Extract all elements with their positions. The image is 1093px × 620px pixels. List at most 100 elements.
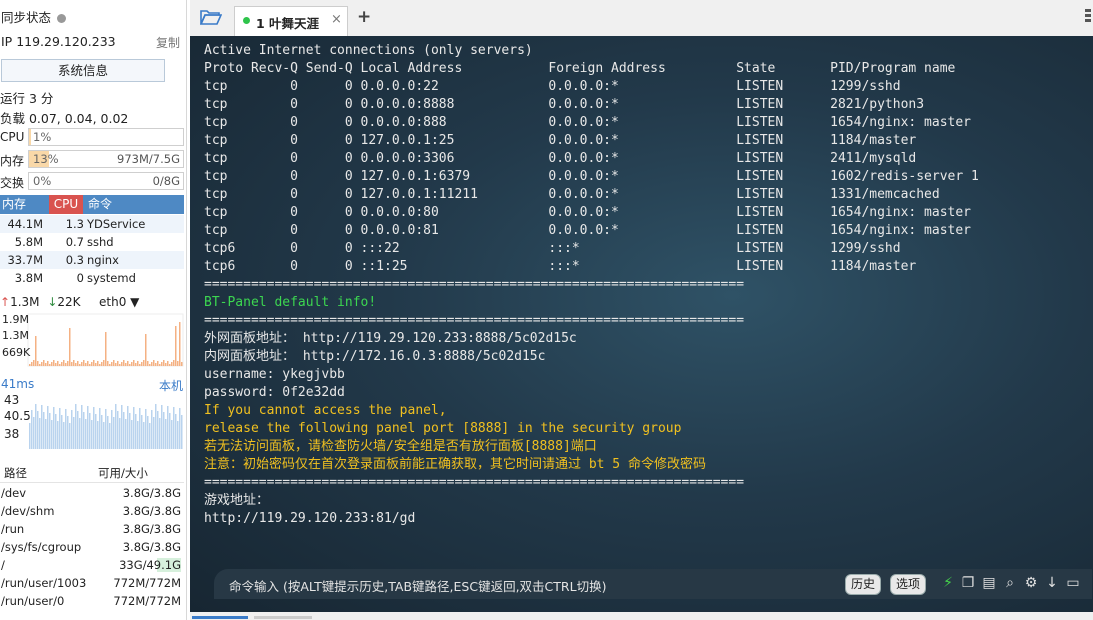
sort-by-cpu[interactable]: CPU (49, 195, 83, 214)
terminal-line: tcp 0 0 127.0.0.1:25 0.0.0.0:* LISTEN 11… (204, 133, 917, 148)
cpu-label: CPU (0, 130, 25, 144)
ping-bar (85, 419, 87, 449)
process-row[interactable]: 33.7M 0.3 nginx (0, 251, 184, 269)
network-bar (59, 364, 61, 366)
gear-icon[interactable]: ⚙ (1023, 575, 1039, 591)
network-bar (61, 362, 63, 366)
session-active-dot-icon (243, 17, 250, 24)
menu-icon[interactable] (1085, 9, 1091, 23)
network-bar (97, 361, 99, 366)
network-bar (115, 363, 117, 366)
terminal-line: tcp6 0 0 :::22 :::* LISTEN 1299/sshd (204, 241, 901, 256)
ping-bar (153, 417, 155, 449)
net-tick-low: 669K (2, 346, 31, 359)
terminal-line: 内网面板地址： http://172.16.0.3:8888/5c02d15c (204, 349, 546, 364)
filesystem-row[interactable]: /dev/shm 3.8G/3.8G (0, 502, 184, 520)
download-icon[interactable]: ↓ (1044, 575, 1060, 591)
fs-size: 772M/772M (113, 576, 181, 590)
filesystem-row[interactable]: / 33G/49.1G (0, 556, 184, 574)
fs-path: /run/user/1003 (1, 576, 87, 590)
ping-bar (177, 421, 179, 449)
copy-icon[interactable]: ❐ (960, 575, 976, 591)
fs-size: 3.8G/3.8G (122, 486, 181, 500)
swap-total: 0/8G (152, 174, 180, 188)
filesystem-row[interactable]: /run/user/1003 772M/772M (0, 574, 184, 592)
fs-path: /sys/fs/cgroup (1, 540, 82, 554)
network-bar (49, 364, 51, 366)
uptime: 运行 3 分 (0, 91, 54, 106)
download-speed: 22K (57, 295, 81, 309)
network-bar (119, 364, 121, 366)
filesystem-row[interactable]: /run 3.8G/3.8G (0, 520, 184, 538)
terminal-line: tcp 0 0 127.0.0.1:6379 0.0.0.0:* LISTEN … (204, 169, 979, 184)
interface-select[interactable]: eth0 ▼ (99, 295, 139, 309)
process-row[interactable]: 3.8M 0 systemd (0, 269, 184, 287)
terminal-line: tcp 0 0 0.0.0.0:22 0.0.0.0:* LISTEN 1299… (204, 79, 901, 94)
ping-bar (95, 414, 97, 449)
upload-speed: 1.3M (10, 295, 40, 309)
network-bar (95, 363, 97, 366)
terminal-line: http://119.29.120.233:81/gd (204, 511, 416, 526)
terminal-line: tcp 0 0 0.0.0.0:8888 0.0.0.0:* LISTEN 28… (204, 97, 925, 112)
ping-host[interactable]: 本机 (159, 377, 183, 394)
terminal-line: tcp 0 0 0.0.0.0:81 0.0.0.0:* LISTEN 1654… (204, 223, 972, 238)
ping-bar (43, 412, 45, 449)
ping-bar (173, 407, 175, 449)
command-input[interactable]: 命令输入 (按ALT键提示历史,TAB键路径,ESC键返回,双击CTRL切换) (229, 576, 606, 595)
ping-bar (45, 419, 47, 449)
filesystem-row[interactable]: /dev 3.8G/3.8G (0, 484, 184, 502)
search-icon[interactable]: ⌕ (1002, 575, 1018, 591)
process-memory: 3.8M (14, 271, 43, 285)
terminal-line: 外网面板地址： http://119.29.120.233:8888/5c02d… (204, 331, 577, 346)
ping-bar (151, 410, 153, 449)
ping-bar (33, 417, 35, 449)
system-info-button[interactable]: 系统信息 (1, 59, 165, 82)
fs-path: /run (1, 522, 25, 536)
ping-bar (75, 404, 77, 449)
fs-path: /dev/shm (1, 504, 55, 518)
ping-bar (99, 408, 101, 449)
ping-bar (145, 409, 147, 449)
sort-by-memory[interactable]: 内存 (2, 195, 26, 214)
paste-icon[interactable]: ▤ (981, 575, 997, 591)
ping-bar (167, 406, 169, 449)
lightning-icon[interactable]: ⚡ (940, 575, 956, 591)
bottom-strip (190, 612, 1093, 620)
process-command: nginx (87, 253, 119, 267)
filesystem-row[interactable]: /run/user/0 772M/772M (0, 592, 184, 610)
process-command: sshd (87, 235, 114, 249)
network-bar (135, 363, 137, 366)
process-memory: 33.7M (7, 253, 43, 267)
memory-total: 973M/7.5G (117, 152, 180, 166)
ping-bar (161, 405, 163, 449)
network-bar (107, 361, 109, 366)
copy-ip-link[interactable]: 复制 (156, 34, 180, 51)
ping-bar (141, 415, 143, 449)
sort-by-command[interactable]: 命令 (88, 195, 112, 214)
new-tab-button[interactable]: + (357, 7, 371, 27)
tab-session-1[interactable]: 1 叶舞天涯 × (234, 6, 348, 37)
open-folder-icon[interactable] (200, 8, 222, 26)
ping-bar (93, 407, 95, 449)
tab-close-icon[interactable]: × (331, 12, 342, 27)
history-button[interactable]: 历史 (845, 574, 882, 595)
process-row[interactable]: 5.8M 0.7 sshd (0, 233, 184, 251)
network-bar (141, 362, 143, 366)
process-row[interactable]: 44.1M 1.3 YDService (0, 215, 184, 233)
window-icon[interactable]: ▭ (1065, 575, 1081, 591)
ping-bar (51, 420, 53, 449)
cpu-usage-fill (29, 129, 31, 145)
terminal-line: Active Internet connections (only server… (204, 43, 533, 58)
fs-size: 3.8G/3.8G (122, 540, 181, 554)
network-bar (73, 360, 75, 366)
net-tick-top: 1.9M (2, 313, 29, 326)
options-button[interactable]: 选项 (890, 574, 927, 595)
terminal-line: If you cannot access the panel, (204, 403, 447, 418)
filesystem-row[interactable]: /sys/fs/cgroup 3.8G/3.8G (0, 538, 184, 556)
network-bar (175, 326, 177, 366)
network-bar (111, 362, 113, 366)
fs-path: / (1, 558, 5, 572)
terminal-output[interactable]: Active Internet connections (only server… (190, 36, 1093, 612)
ping-bar (133, 407, 135, 449)
network-bar (153, 360, 155, 366)
